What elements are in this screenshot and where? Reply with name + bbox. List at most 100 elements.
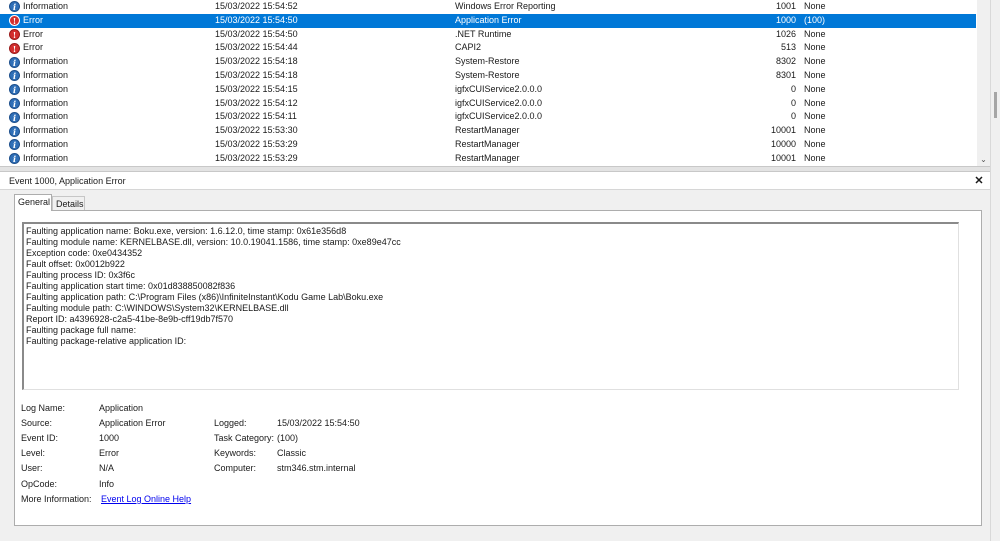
event-level: Information <box>23 1 69 11</box>
error-icon: ! <box>9 42 20 54</box>
event-id: 8302 <box>775 56 796 67</box>
event-id: 0 <box>790 111 796 122</box>
event-task-category: None <box>804 111 826 122</box>
description-line: Faulting application name: Boku.exe, ver… <box>26 226 347 236</box>
logged-label: Logged: <box>214 418 247 428</box>
user-value: N/A <box>99 463 115 473</box>
event-level: Information <box>23 97 69 108</box>
description-line: Faulting process ID: 0x3f6c <box>26 270 136 280</box>
event-row[interactable]: i Information 15/03/2022 15:54:11 igfxCUISe… <box>0 110 976 124</box>
event-row[interactable]: ! Error 15/03/2022 15:54:50 Application Err… <box>0 13 976 28</box>
event-row[interactable]: i Information 15/03/2022 15:53:29 RestartMa… <box>0 152 976 166</box>
event-id-label: Event ID: <box>21 433 59 443</box>
computer-label: Computer: <box>214 463 257 473</box>
event-task-category: None <box>804 70 826 80</box>
information-icon: i <box>9 84 20 96</box>
event-level: Information <box>23 152 69 163</box>
event-date: 15/03/2022 15:54:50 <box>215 14 298 25</box>
event-id: 1026 <box>775 28 796 39</box>
event-id: 0 <box>790 83 796 94</box>
information-icon: i <box>9 97 20 109</box>
event-id: 10000 <box>770 139 796 149</box>
keywords-value: Classic <box>277 448 307 458</box>
event-id: 1001 <box>775 1 796 11</box>
event-source: System-Restore <box>455 70 520 80</box>
event-row[interactable]: i Information 15/03/2022 15:53:30 RestartMa… <box>0 124 976 138</box>
event-id: 513 <box>780 42 796 53</box>
event-source: RestartManager <box>455 152 520 163</box>
log-name-value: Application <box>99 403 144 413</box>
computer-value: stm346.stm.internal <box>277 463 356 473</box>
more-information-label: More Information: <box>21 494 92 504</box>
event-task-category: None <box>804 28 826 39</box>
event-detail-title: Event 1000, Application Error <box>9 176 126 186</box>
event-row[interactable]: i Information 15/03/2022 15:54:18 System-Re… <box>0 55 976 69</box>
event-task-category: None <box>804 97 826 108</box>
error-icon: ! <box>9 28 20 40</box>
event-date: 15/03/2022 15:54:12 <box>215 97 298 108</box>
description-line: Faulting module name: KERNELBASE.dll, ve… <box>26 237 401 247</box>
event-date: 15/03/2022 15:53:30 <box>215 125 298 136</box>
event-id: 8301 <box>775 70 796 80</box>
event-id-value: 1000 <box>99 433 120 443</box>
window-scrollbar-thumb[interactable] <box>994 92 997 118</box>
information-icon: i <box>9 56 20 68</box>
window-scrollbar[interactable] <box>990 0 1000 541</box>
event-source: System-Restore <box>455 56 520 67</box>
event-row[interactable]: i Information 15/03/2022 15:54:12 igfxCUISe… <box>0 97 976 111</box>
scroll-down-arrow-icon[interactable]: ⌄ <box>977 153 990 166</box>
tab-details[interactable]: Details <box>52 196 85 211</box>
event-task-category: (100) <box>804 14 826 25</box>
event-source: CAPI2 <box>455 42 482 53</box>
event-source: igfxCUIService2.0.0.0 <box>455 83 543 94</box>
event-row[interactable]: i Information 15/03/2022 15:54:52 Windows E… <box>0 0 976 14</box>
event-date: 15/03/2022 15:53:29 <box>215 139 298 149</box>
opcode-value: Info <box>99 479 115 489</box>
description-line: Exception code: 0xe0434352 <box>26 248 143 258</box>
event-row[interactable]: ! Error 15/03/2022 15:54:50 .NET Runtime 102… <box>0 28 976 42</box>
event-id: 0 <box>790 97 796 108</box>
task-category-label: Task Category: <box>214 433 275 443</box>
logged-value: 15/03/2022 15:54:50 <box>277 418 360 428</box>
keywords-label: Keywords: <box>214 448 257 458</box>
event-row[interactable]: ! Error 15/03/2022 15:54:44 CAPI2 513 None <box>0 41 976 55</box>
level-label: Level: <box>21 448 46 458</box>
event-level: Information <box>23 125 69 136</box>
information-icon: i <box>9 70 20 82</box>
event-list-scrollbar[interactable]: ⌄ <box>977 0 990 166</box>
error-icon: ! <box>9 15 20 27</box>
event-date: 15/03/2022 15:54:50 <box>215 28 298 39</box>
information-icon: i <box>9 139 20 151</box>
level-value: Error <box>99 448 119 458</box>
event-source: .NET Runtime <box>455 28 512 39</box>
description-line: Fault offset: 0x0012b922 <box>26 259 125 269</box>
event-task-category: None <box>804 42 826 53</box>
event-row[interactable]: i Information 15/03/2022 15:54:18 System-Re… <box>0 69 976 83</box>
event-log-online-help-link[interactable]: Event Log Online Help <box>101 493 191 505</box>
close-icon[interactable]: ✕ <box>972 172 986 190</box>
event-level: Information <box>23 56 69 67</box>
log-name-label: Log Name: <box>21 403 66 413</box>
event-id: 10001 <box>770 152 796 163</box>
event-level: Error <box>23 14 43 25</box>
event-level: Error <box>23 28 43 39</box>
event-date: 15/03/2022 15:53:29 <box>215 152 298 163</box>
event-description-box[interactable]: Faulting application name: Boku.exe, ver… <box>22 222 959 390</box>
event-row[interactable]: i Information 15/03/2022 15:53:29 RestartMa… <box>0 138 976 152</box>
tab-general[interactable]: General <box>14 194 52 211</box>
event-task-category: None <box>804 83 826 94</box>
event-list[interactable]: i Information 15/03/2022 15:54:52 Windows E… <box>0 0 990 166</box>
information-icon: i <box>9 153 20 165</box>
event-date: 15/03/2022 15:54:52 <box>215 1 298 11</box>
user-label: User: <box>21 463 43 473</box>
event-level: Error <box>23 42 43 53</box>
event-source: RestartManager <box>455 139 520 149</box>
event-task-category: None <box>804 139 826 149</box>
event-id: 10001 <box>770 125 796 136</box>
task-category-value: (100) <box>277 433 299 443</box>
description-line: Faulting package-relative application ID… <box>26 336 187 346</box>
event-date: 15/03/2022 15:54:15 <box>215 83 298 94</box>
event-level: Information <box>23 139 69 149</box>
event-row[interactable]: i Information 15/03/2022 15:54:15 igfxCUISe… <box>0 83 976 97</box>
description-line: Faulting module path: C:\WINDOWS\System3… <box>26 303 289 313</box>
